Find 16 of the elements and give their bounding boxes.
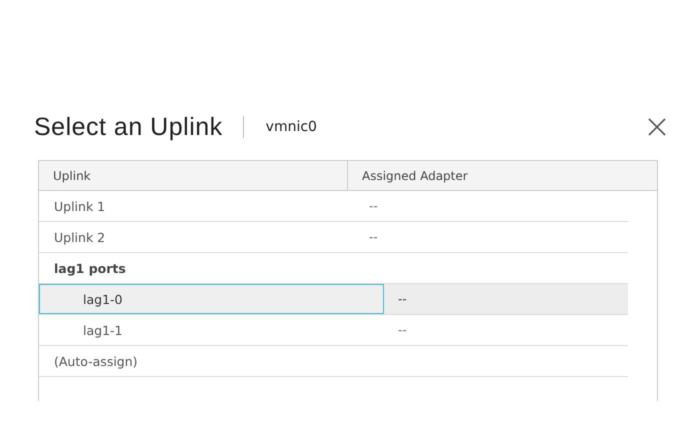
close-icon [648, 118, 666, 136]
uplink-cell[interactable]: lag1-0 [39, 284, 384, 314]
uplink-cell[interactable]: (Auto-assign) [39, 346, 355, 376]
close-button[interactable] [648, 118, 666, 136]
uplink-cell[interactable]: Uplink 2 [39, 222, 355, 252]
uplink-cell[interactable]: lag1 ports [39, 253, 355, 283]
uplink-cell[interactable]: lag1-1 [39, 315, 384, 345]
uplink-cell[interactable]: Uplink 1 [39, 191, 355, 221]
adapter-cell: -- [369, 230, 378, 244]
adapter-cell: -- [398, 323, 407, 337]
column-header[interactable]: Uplink [39, 161, 347, 190]
dialog-subtitle: vmnic0 [266, 119, 317, 135]
column-header[interactable]: Assigned Adapter [347, 161, 657, 190]
adapter-cell: -- [369, 199, 378, 213]
adapter-cell: -- [398, 292, 407, 306]
dialog-title: Select an Uplink [34, 112, 223, 142]
